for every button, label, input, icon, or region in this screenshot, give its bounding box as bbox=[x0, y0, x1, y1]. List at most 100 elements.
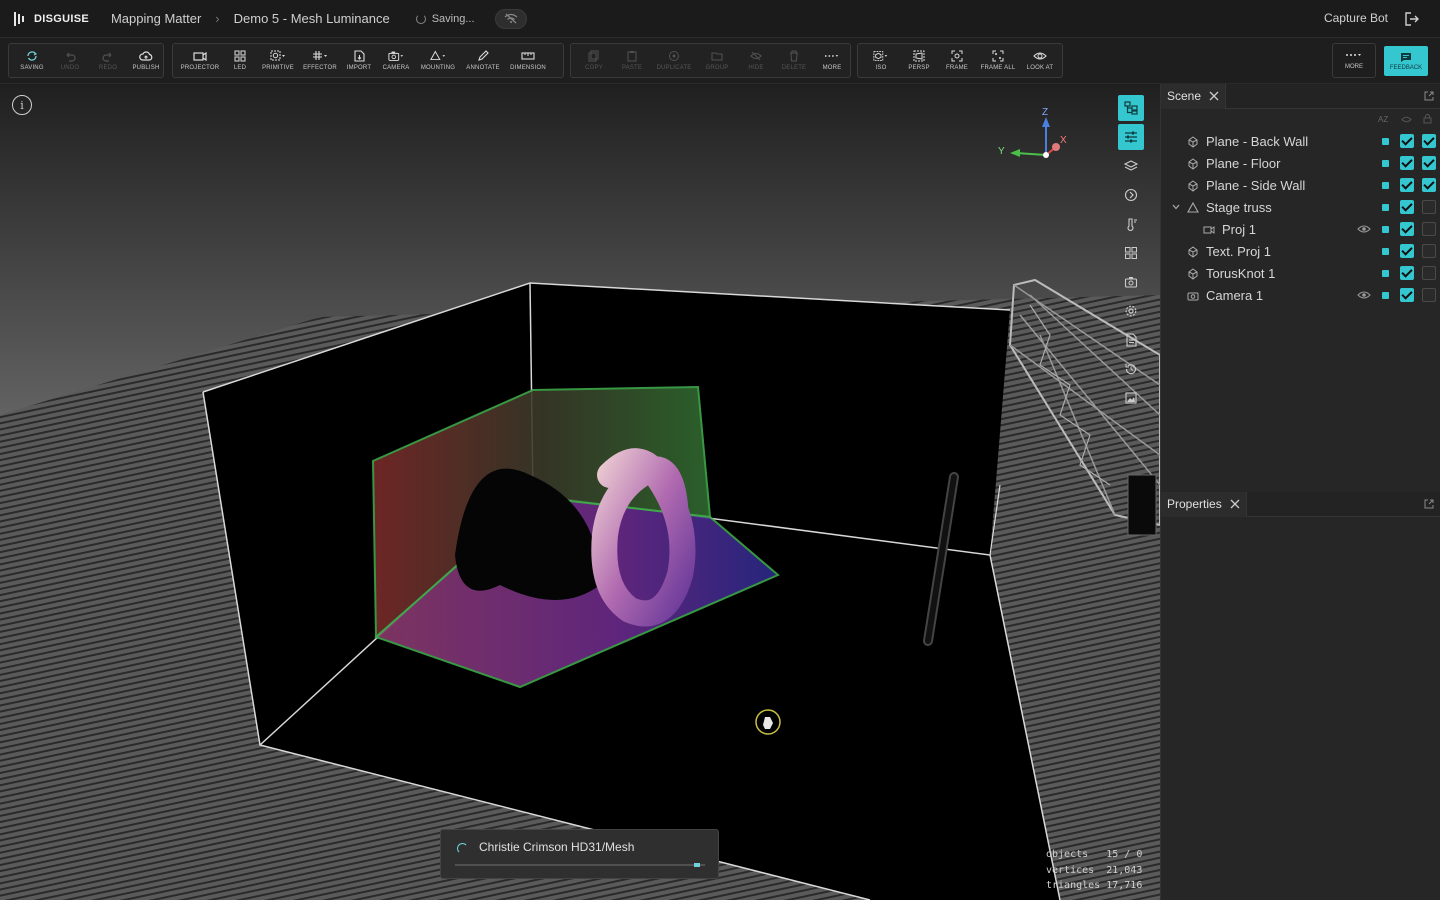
scene-tree-item[interactable]: TorusKnot 1 bbox=[1161, 263, 1440, 285]
lock-checkbox[interactable] bbox=[1422, 200, 1436, 214]
primitive-icon bbox=[270, 50, 285, 61]
lock-checkbox[interactable] bbox=[1422, 156, 1436, 170]
visibility-checkbox[interactable] bbox=[1400, 266, 1414, 280]
persp-button[interactable]: PERSP bbox=[900, 44, 938, 77]
visibility-checkbox[interactable] bbox=[1400, 288, 1414, 302]
chevron-down-icon[interactable] bbox=[1171, 202, 1181, 212]
image-toggle[interactable] bbox=[1118, 385, 1144, 411]
publish-button[interactable]: PUBLISH bbox=[127, 44, 165, 77]
visibility-checkbox[interactable] bbox=[1400, 156, 1414, 170]
lock-checkbox[interactable] bbox=[1422, 266, 1436, 280]
layers-toggle[interactable] bbox=[1118, 153, 1144, 179]
frame-all-button[interactable]: FRAME ALL bbox=[976, 44, 1020, 77]
color-swatch[interactable] bbox=[1382, 160, 1389, 167]
color-swatch[interactable] bbox=[1382, 292, 1389, 299]
scene-item-label: Proj 1 bbox=[1222, 222, 1256, 237]
properties-toggle[interactable] bbox=[1118, 124, 1144, 150]
grid-toggle[interactable] bbox=[1118, 240, 1144, 266]
eye-icon[interactable] bbox=[1357, 224, 1371, 234]
scene-tree-item[interactable]: Camera 1 bbox=[1161, 285, 1440, 307]
primitive-label: PRIMITIVE bbox=[262, 65, 294, 71]
temperature-toggle[interactable] bbox=[1118, 211, 1144, 237]
feedback-button[interactable]: FEEDBACK bbox=[1384, 46, 1428, 76]
visibility-checkbox[interactable] bbox=[1400, 244, 1414, 258]
camera-button[interactable]: CAMERA bbox=[377, 44, 415, 77]
properties-tab[interactable]: Properties bbox=[1161, 491, 1247, 517]
delete-button[interactable]: DELETE bbox=[775, 44, 813, 77]
more-edit-button[interactable]: MORE bbox=[813, 44, 851, 77]
feedback-label: FEEDBACK bbox=[1389, 64, 1423, 71]
undo-button[interactable]: UNDO bbox=[51, 44, 89, 77]
copy-button[interactable]: COPY bbox=[575, 44, 613, 77]
scene-render[interactable]: Z X Y bbox=[0, 85, 1160, 900]
lock-checkbox[interactable] bbox=[1422, 244, 1436, 258]
scene-tree-item[interactable]: Plane - Side Wall bbox=[1161, 175, 1440, 197]
connection-toggle[interactable] bbox=[494, 8, 527, 29]
iso-button[interactable]: ISO bbox=[862, 44, 900, 77]
color-swatch[interactable] bbox=[1382, 248, 1389, 255]
mounting-button[interactable]: MOUNTING bbox=[415, 44, 461, 77]
color-swatch[interactable] bbox=[1382, 204, 1389, 211]
lock-checkbox[interactable] bbox=[1422, 222, 1436, 236]
lock-checkbox[interactable] bbox=[1422, 178, 1436, 192]
hide-button[interactable]: HIDE bbox=[737, 44, 775, 77]
brand-logo[interactable]: DISGUISE bbox=[14, 11, 89, 26]
led-label: LED bbox=[233, 65, 247, 71]
scene-tree-item[interactable]: Stage truss bbox=[1161, 197, 1440, 219]
sort-az-button[interactable]: AZ bbox=[1378, 115, 1388, 124]
top-bar: DISGUISE Mapping Matter › Demo 5 - Mesh … bbox=[0, 0, 1440, 38]
scene-tree-toggle[interactable] bbox=[1118, 95, 1144, 121]
visibility-header-icon[interactable] bbox=[1401, 115, 1412, 124]
history-toggle[interactable] bbox=[1118, 356, 1144, 382]
paste-button[interactable]: PASTE bbox=[613, 44, 651, 77]
visibility-checkbox[interactable] bbox=[1400, 222, 1414, 236]
user-name[interactable]: Capture Bot bbox=[1324, 11, 1388, 25]
scene-tree-item[interactable]: Proj 1 bbox=[1161, 219, 1440, 241]
import-button[interactable]: IMPORT bbox=[341, 44, 377, 77]
lock-header-icon[interactable] bbox=[1423, 114, 1432, 124]
scene-tree-item[interactable]: Text. Proj 1 bbox=[1161, 241, 1440, 263]
led-button[interactable]: LED bbox=[223, 44, 257, 77]
group-button[interactable]: GROUP bbox=[697, 44, 737, 77]
scene-tree-item[interactable]: Plane - Back Wall bbox=[1161, 131, 1440, 153]
perspective-icon bbox=[913, 50, 925, 62]
popout-icon[interactable] bbox=[1424, 499, 1434, 509]
redo-button[interactable]: REDO bbox=[89, 44, 127, 77]
camera-view-toggle[interactable] bbox=[1118, 269, 1144, 295]
scene-tab[interactable]: Scene bbox=[1161, 83, 1227, 109]
frame-button[interactable]: FRAME bbox=[938, 44, 976, 77]
breadcrumb-document[interactable]: Demo 5 - Mesh Luminance bbox=[234, 11, 390, 26]
3d-viewport[interactable]: Z X Y i Christie Crimson HD31/Mesh objec… bbox=[0, 85, 1160, 900]
look-at-button[interactable]: LOOK AT bbox=[1020, 44, 1060, 77]
settings-toggle[interactable] bbox=[1118, 298, 1144, 324]
redo-label: REDO bbox=[98, 65, 118, 71]
color-swatch[interactable] bbox=[1382, 270, 1389, 277]
color-swatch[interactable] bbox=[1382, 138, 1389, 145]
annotate-button[interactable]: ANNOTATE bbox=[461, 44, 505, 77]
more-button[interactable]: MORE bbox=[1332, 43, 1376, 78]
close-icon[interactable] bbox=[1230, 499, 1240, 509]
breadcrumb-project[interactable]: Mapping Matter bbox=[111, 11, 201, 26]
visibility-checkbox[interactable] bbox=[1400, 178, 1414, 192]
import-file-icon bbox=[353, 50, 365, 62]
notes-toggle[interactable] bbox=[1118, 327, 1144, 353]
close-icon[interactable] bbox=[1209, 91, 1219, 101]
primitive-button[interactable]: PRIMITIVE bbox=[257, 44, 299, 77]
visibility-checkbox[interactable] bbox=[1400, 200, 1414, 214]
color-swatch[interactable] bbox=[1382, 182, 1389, 189]
timeline-toggle[interactable] bbox=[1118, 182, 1144, 208]
eye-icon[interactable] bbox=[1357, 290, 1371, 300]
lock-checkbox[interactable] bbox=[1422, 134, 1436, 148]
visibility-checkbox[interactable] bbox=[1400, 134, 1414, 148]
duplicate-button[interactable]: DUPLICATE bbox=[651, 44, 697, 77]
color-swatch[interactable] bbox=[1382, 226, 1389, 233]
saving-button[interactable]: SAVING bbox=[13, 44, 51, 77]
logout-icon[interactable] bbox=[1404, 11, 1420, 27]
projector-button[interactable]: PROJECTOR bbox=[177, 44, 223, 77]
lock-checkbox[interactable] bbox=[1422, 288, 1436, 302]
info-icon[interactable]: i bbox=[12, 95, 32, 115]
effector-button[interactable]: EFFECTOR bbox=[299, 44, 341, 77]
dimension-button[interactable]: DIMENSION bbox=[505, 44, 551, 77]
popout-icon[interactable] bbox=[1424, 91, 1434, 101]
scene-tree-item[interactable]: Plane - Floor bbox=[1161, 153, 1440, 175]
